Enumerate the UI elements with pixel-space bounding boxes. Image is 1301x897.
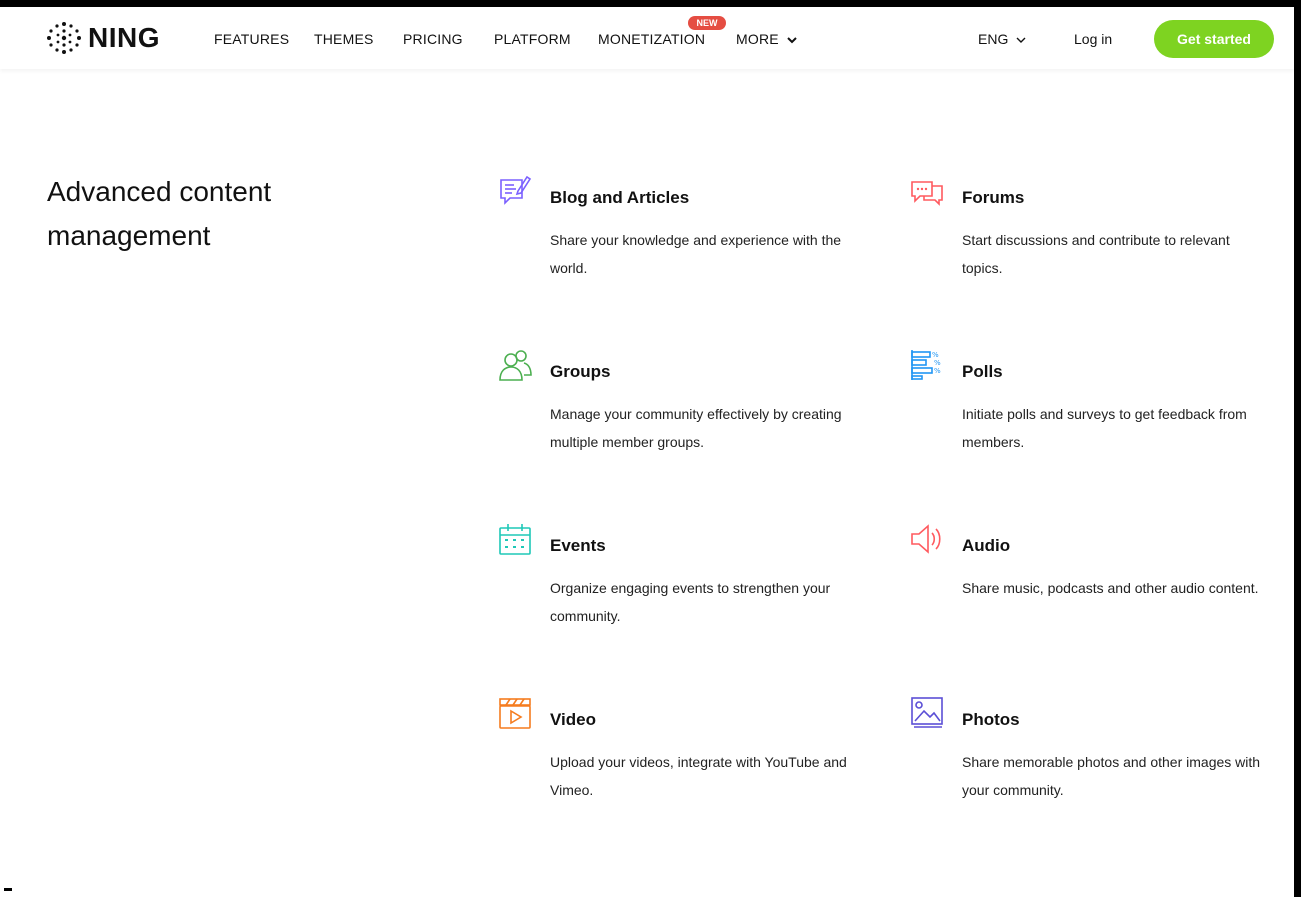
nav-features[interactable]: FEATURES: [214, 31, 289, 47]
feature-description: Manage your community effectively by cre…: [550, 406, 842, 450]
nav-platform[interactable]: PLATFORM: [494, 31, 571, 47]
feature-title: Events: [550, 536, 606, 555]
page-title: Advanced content management: [47, 176, 272, 251]
login-link[interactable]: Log in: [1074, 31, 1112, 47]
logo-text: NING: [88, 22, 160, 53]
screen-frame-mark: [4, 888, 12, 891]
svg-text:%: %: [934, 367, 941, 375]
audio-icon: [911, 524, 941, 554]
nav-themes[interactable]: THEMES: [314, 31, 374, 47]
forums-icon: [911, 181, 943, 206]
svg-text:%: %: [932, 351, 939, 359]
video-icon: [499, 698, 531, 729]
feature-title: Audio: [962, 536, 1011, 555]
feature-title: Photos: [962, 710, 1020, 729]
ning-logo[interactable]: NING: [46, 21, 160, 55]
feature-description: Upload your videos, integrate with YouTu…: [550, 754, 847, 798]
new-badge: NEW: [688, 16, 726, 30]
feature-title: Groups: [550, 362, 611, 381]
nav-monetization[interactable]: MONETIZATION: [598, 31, 705, 47]
svg-text:%: %: [934, 359, 941, 367]
feature-description: Share memorable photos and other images …: [962, 754, 1261, 798]
language-selector[interactable]: ENG: [978, 31, 1026, 47]
polls-icon: %%%: [911, 350, 941, 380]
feature-title: Polls: [962, 362, 1003, 381]
events-icon: [499, 524, 531, 555]
get-started-button[interactable]: Get started: [1154, 20, 1274, 58]
site-header: NING FEATURES THEMES PRICING PLATFORM MO…: [0, 7, 1294, 69]
feature-title: Video: [550, 710, 596, 729]
feature-description: Share your knowledge and experience with…: [550, 232, 842, 276]
feature-title: Blog and Articles: [550, 188, 690, 207]
dots-logo-icon: [47, 22, 81, 54]
feature-description: Share music, podcasts and other audio co…: [962, 580, 1259, 596]
blog-icon: [500, 175, 532, 205]
groups-icon: [499, 350, 532, 381]
photos-icon: [911, 697, 943, 728]
chevron-down-icon: [1016, 37, 1026, 44]
nav-more-label: MORE: [736, 31, 779, 47]
screen-frame-top: [0, 0, 1301, 7]
feature-description: Initiate polls and surveys to get feedba…: [962, 406, 1247, 450]
chevron-down-icon: [787, 37, 797, 44]
feature-description: Organize engaging events to strengthen y…: [550, 580, 831, 624]
feature-title: Forums: [962, 188, 1025, 207]
feature-description: Start discussions and contribute to rele…: [962, 232, 1230, 276]
nav-more[interactable]: MORE: [736, 31, 797, 47]
language-label: ENG: [978, 31, 1009, 47]
nav-pricing[interactable]: PRICING: [403, 31, 463, 47]
screen-frame-right: [1294, 0, 1301, 897]
